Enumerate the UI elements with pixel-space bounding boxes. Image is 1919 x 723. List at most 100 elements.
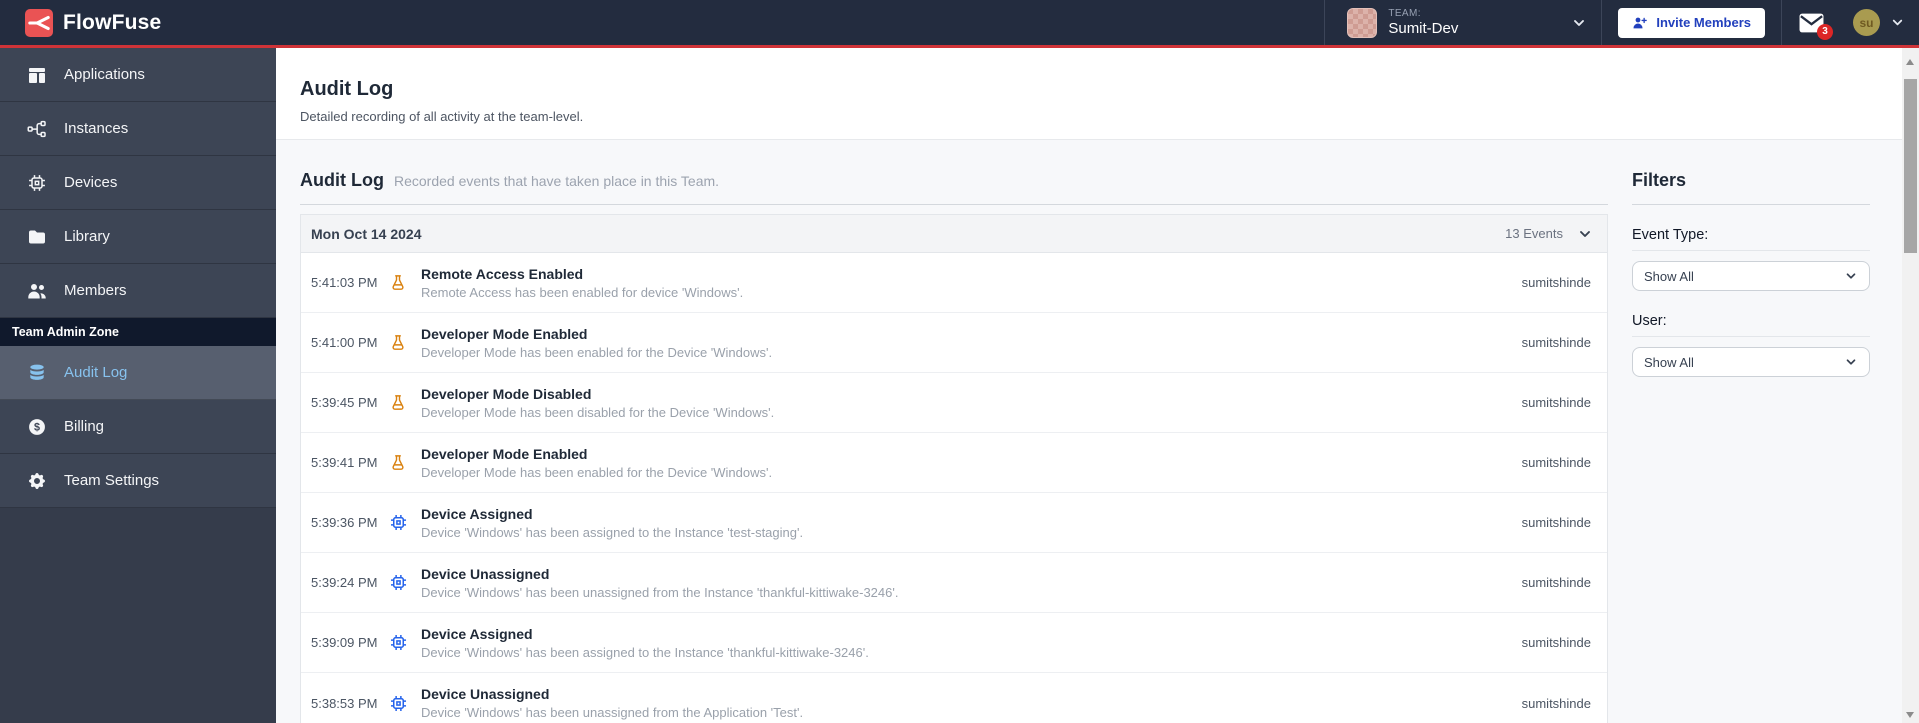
page-title: Audit Log [300, 78, 394, 100]
event-description: Developer Mode has been disabled for the… [421, 404, 775, 420]
page-subtitle: Detailed recording of all activity at th… [300, 109, 584, 124]
scrollbar-thumb[interactable] [1904, 79, 1917, 253]
sidebar-item-label: Members [64, 282, 127, 299]
sidebar-item-label: Instances [64, 120, 129, 137]
chevron-down-icon [1846, 273, 1856, 279]
sidebar-item-applications[interactable]: Applications [0, 48, 276, 102]
user-avatar: su [1853, 9, 1880, 36]
event-time: 5:39:24 PM [311, 575, 378, 590]
event-time: 5:41:03 PM [311, 275, 378, 290]
section-title: Audit Log [300, 170, 384, 190]
invite-members-label: Invite Members [1656, 15, 1751, 30]
sidebar-item-billing[interactable]: $ Billing [0, 400, 276, 454]
user-filter-label: User: [1632, 313, 1870, 337]
date-group-header[interactable]: Mon Oct 14 2024 13 Events [301, 215, 1607, 253]
event-description: Device 'Windows' has been assigned to th… [421, 524, 804, 540]
event-time: 5:39:09 PM [311, 635, 378, 650]
flask-icon [392, 274, 404, 290]
section-subtitle: Recorded events that have taken place in… [393, 173, 720, 189]
audit-log-icon [30, 364, 44, 380]
team-avatar [1347, 7, 1378, 38]
user-select[interactable]: Show All [1632, 347, 1870, 377]
event-description: Developer Mode has been enabled for the … [421, 464, 773, 480]
members-icon [28, 283, 46, 298]
audit-event-row: 5:41:03 PM Remote Access Enabled Remote … [301, 253, 1607, 313]
audit-event-row: 5:41:00 PM Developer Mode Enabled Develo… [301, 313, 1607, 373]
notifications-button[interactable]: 3 [1782, 13, 1841, 40]
audit-event-row: 5:38:53 PM Device Unassigned Device 'Win… [301, 673, 1607, 723]
event-title: Device Unassigned [421, 565, 550, 582]
date-label: Mon Oct 14 2024 [311, 225, 422, 242]
audit-event-row: 5:39:41 PM Developer Mode Enabled Develo… [301, 433, 1607, 493]
event-user: sumitshinde [1521, 695, 1591, 711]
chevron-down-icon [1574, 19, 1585, 26]
sidebar-item-instances[interactable]: Instances [0, 102, 276, 156]
event-title: Device Unassigned [421, 686, 550, 702]
scrollbar-down-arrow-icon[interactable] [1906, 712, 1914, 718]
events-count: 13 Events [1505, 226, 1563, 241]
filters-panel: Filters Event Type: Show All User: Show … [1632, 170, 1870, 723]
audit-log-table: Mon Oct 14 2024 13 Events 5:41:03 PM Rem… [300, 214, 1608, 723]
chip-icon [390, 695, 407, 711]
chevron-down-icon [1892, 19, 1903, 26]
accent-divider [0, 45, 1919, 48]
section-header: Audit Log Recorded events that have take… [300, 170, 1608, 205]
flowfuse-logo-icon [25, 8, 53, 37]
main-content: Audit Log Detailed recording of all acti… [276, 48, 1902, 723]
library-icon [29, 230, 45, 243]
filters-title: Filters [1632, 170, 1870, 205]
event-title: Device Assigned [421, 505, 533, 522]
chevron-down-icon[interactable] [1577, 226, 1593, 242]
event-type-selected-value: Show All [1644, 268, 1694, 284]
invite-members-button[interactable]: Invite Members [1618, 7, 1765, 38]
event-time: 5:39:36 PM [311, 515, 378, 530]
sidebar-item-library[interactable]: Library [0, 210, 276, 264]
event-description: Device 'Windows' has been unassigned fro… [421, 705, 804, 720]
flask-icon [392, 334, 404, 350]
team-name: Sumit-Dev [1388, 19, 1459, 37]
billing-icon: $ [29, 418, 45, 435]
svg-text:$: $ [34, 421, 40, 433]
chip-icon [390, 514, 407, 531]
team-selector-dropdown[interactable]: TEAM: Sumit-Dev [1325, 0, 1601, 45]
scrollbar-up-arrow-icon[interactable] [1906, 59, 1914, 65]
sidebar-filler [0, 508, 276, 723]
event-user: sumitshinde [1521, 275, 1591, 290]
brand-name: FlowFuse [63, 10, 162, 34]
sidebar-item-label: Audit Log [64, 364, 128, 381]
event-description: Device 'Windows' has been unassigned fro… [421, 584, 899, 600]
audit-event-row: 5:39:45 PM Developer Mode Disabled Devel… [301, 373, 1607, 433]
brand-home-link[interactable]: FlowFuse [0, 8, 162, 37]
team-settings-icon [29, 472, 45, 489]
audit-event-row: 5:39:36 PM Device Assigned Device 'Windo… [301, 493, 1607, 553]
sidebar-item-team-settings[interactable]: Team Settings [0, 454, 276, 508]
event-title: Developer Mode Disabled [421, 385, 592, 402]
chevron-down-icon [1846, 359, 1856, 365]
flask-icon [392, 454, 404, 470]
user-menu[interactable]: su [1841, 9, 1919, 36]
event-title: Device Assigned [421, 625, 533, 642]
user-plus-icon [1633, 17, 1648, 28]
event-user: sumitshinde [1521, 335, 1591, 350]
instances-icon [27, 120, 46, 137]
devices-icon [29, 174, 45, 191]
event-time: 5:41:00 PM [311, 335, 378, 350]
page-header: Audit Log Detailed recording of all acti… [276, 48, 1902, 140]
vertical-scrollbar[interactable] [1902, 48, 1919, 723]
event-user: sumitshinde [1521, 455, 1591, 470]
event-title: Remote Access Enabled [421, 265, 584, 282]
sidebar-item-audit-log[interactable]: Audit Log [0, 346, 276, 400]
user-selected-value: Show All [1644, 354, 1694, 370]
event-user: sumitshinde [1521, 395, 1591, 410]
event-type-select[interactable]: Show All [1632, 261, 1870, 291]
sidebar-item-members[interactable]: Members [0, 264, 276, 318]
chip-icon [390, 574, 407, 591]
notification-count-badge: 3 [1817, 23, 1833, 40]
sidebar-item-label: Devices [64, 174, 118, 191]
event-title: Developer Mode Enabled [421, 445, 588, 462]
audit-event-row: 5:39:24 PM Device Unassigned Device 'Win… [301, 553, 1607, 613]
event-description: Developer Mode has been enabled for the … [421, 344, 773, 360]
event-user: sumitshinde [1521, 575, 1591, 590]
sidebar-item-label: Library [64, 228, 110, 245]
sidebar-item-devices[interactable]: Devices [0, 156, 276, 210]
